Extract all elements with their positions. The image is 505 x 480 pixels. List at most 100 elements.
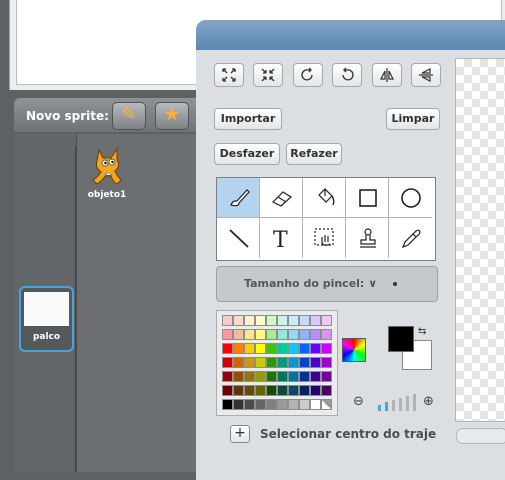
- color-swatch[interactable]: [222, 329, 233, 340]
- select-tool[interactable]: [303, 218, 346, 258]
- grow-button[interactable]: [214, 63, 244, 87]
- rotate-cw-button[interactable]: [332, 63, 362, 87]
- flip-vertical-button[interactable]: [411, 63, 441, 87]
- color-swatch[interactable]: [299, 329, 310, 340]
- color-swatch[interactable]: [233, 385, 244, 396]
- color-swatch[interactable]: [288, 343, 299, 354]
- color-swatch[interactable]: [266, 371, 277, 382]
- fill-tool[interactable]: [303, 178, 346, 218]
- color-swatch[interactable]: [288, 329, 299, 340]
- color-picker-rainbow[interactable]: [342, 338, 366, 362]
- color-swatch[interactable]: [321, 371, 332, 382]
- color-swatch[interactable]: [244, 343, 255, 354]
- color-swatch[interactable]: [288, 371, 299, 382]
- redo-button[interactable]: Refazer: [286, 143, 342, 165]
- color-swatch[interactable]: [277, 385, 288, 396]
- color-swatch[interactable]: [310, 399, 321, 410]
- color-swatch[interactable]: [299, 371, 310, 382]
- color-swatch[interactable]: [222, 315, 233, 326]
- color-swatch[interactable]: [222, 399, 233, 410]
- zoom-in-icon[interactable]: ⊕: [423, 394, 434, 409]
- color-swatch[interactable]: [277, 357, 288, 368]
- color-swatch[interactable]: [266, 329, 277, 340]
- color-swatch[interactable]: [244, 357, 255, 368]
- color-swatch[interactable]: [288, 357, 299, 368]
- zoom-level-bar[interactable]: [406, 396, 409, 411]
- color-swatch[interactable]: [255, 399, 266, 410]
- color-swatch[interactable]: [244, 315, 255, 326]
- import-button[interactable]: Importar: [214, 108, 282, 130]
- color-swatch[interactable]: [321, 329, 332, 340]
- color-swatch[interactable]: [277, 329, 288, 340]
- color-swatch[interactable]: [299, 343, 310, 354]
- canvas-horizontal-scrollbar[interactable]: [456, 428, 505, 444]
- clear-button[interactable]: Limpar: [386, 108, 440, 130]
- zoom-out-icon[interactable]: ⊖: [353, 394, 364, 409]
- color-swatch[interactable]: [266, 399, 277, 410]
- rotate-ccw-button[interactable]: [293, 63, 323, 87]
- color-swatch[interactable]: [321, 315, 332, 326]
- sprite-cat-icon[interactable]: [87, 146, 127, 188]
- color-swatch[interactable]: [321, 399, 332, 410]
- set-costume-center-button[interactable]: +: [230, 425, 250, 443]
- color-swatch[interactable]: [255, 329, 266, 340]
- color-swatch[interactable]: [244, 371, 255, 382]
- shrink-button[interactable]: [253, 63, 283, 87]
- color-swatch[interactable]: [288, 385, 299, 396]
- color-swatch[interactable]: [222, 343, 233, 354]
- color-swatch[interactable]: [310, 315, 321, 326]
- color-swatch[interactable]: [244, 385, 255, 396]
- color-swatch[interactable]: [255, 371, 266, 382]
- color-swatch[interactable]: [233, 357, 244, 368]
- paint-editor-title-bar[interactable]: [196, 20, 505, 50]
- zoom-level-bar[interactable]: [392, 400, 395, 411]
- choose-sprite-from-library-button[interactable]: ★: [155, 102, 189, 130]
- color-swatch[interactable]: [266, 315, 277, 326]
- eraser-tool[interactable]: [260, 178, 303, 218]
- zoom-level-bar[interactable]: [399, 398, 402, 411]
- ellipse-tool[interactable]: [389, 178, 432, 218]
- color-swatch[interactable]: [255, 385, 266, 396]
- color-swatch[interactable]: [266, 343, 277, 354]
- color-swatch[interactable]: [233, 315, 244, 326]
- color-swatch[interactable]: [233, 343, 244, 354]
- color-swatch[interactable]: [222, 385, 233, 396]
- color-swatch[interactable]: [310, 357, 321, 368]
- rectangle-tool[interactable]: [346, 178, 389, 218]
- undo-button[interactable]: Desfazer: [214, 143, 280, 165]
- color-swatch[interactable]: [299, 399, 310, 410]
- color-swatch[interactable]: [310, 329, 321, 340]
- color-swatch[interactable]: [299, 315, 310, 326]
- foreground-color-swatch[interactable]: [388, 326, 414, 352]
- color-swatch[interactable]: [310, 343, 321, 354]
- zoom-level-bar[interactable]: [378, 405, 381, 411]
- color-swatch[interactable]: [266, 357, 277, 368]
- color-swatch[interactable]: [277, 343, 288, 354]
- paint-canvas[interactable]: [455, 58, 505, 422]
- color-swatch[interactable]: [288, 315, 299, 326]
- color-swatch[interactable]: [244, 329, 255, 340]
- color-swatch[interactable]: [299, 357, 310, 368]
- color-swatch[interactable]: [233, 399, 244, 410]
- color-swatch[interactable]: [299, 385, 310, 396]
- stage-thumbnail[interactable]: palco: [19, 286, 74, 352]
- color-swatch[interactable]: [233, 371, 244, 382]
- color-swatch[interactable]: [321, 343, 332, 354]
- text-tool[interactable]: T: [260, 218, 303, 258]
- color-swatch[interactable]: [244, 399, 255, 410]
- brush-size-dropdown-arrow[interactable]: ∨: [368, 277, 377, 290]
- color-swatch[interactable]: [277, 371, 288, 382]
- line-tool[interactable]: [217, 218, 260, 258]
- color-swatch[interactable]: [288, 399, 299, 410]
- zoom-level-bar[interactable]: [385, 402, 388, 411]
- color-swatch[interactable]: [266, 385, 277, 396]
- flip-horizontal-button[interactable]: [372, 63, 402, 87]
- color-swatch[interactable]: [321, 357, 332, 368]
- color-swatch[interactable]: [310, 385, 321, 396]
- zoom-level-bar[interactable]: [413, 394, 416, 411]
- color-swatch[interactable]: [310, 371, 321, 382]
- color-swatch[interactable]: [255, 315, 266, 326]
- color-swatch[interactable]: [255, 357, 266, 368]
- swap-colors-icon[interactable]: ⇆: [418, 326, 426, 337]
- color-swatch[interactable]: [255, 343, 266, 354]
